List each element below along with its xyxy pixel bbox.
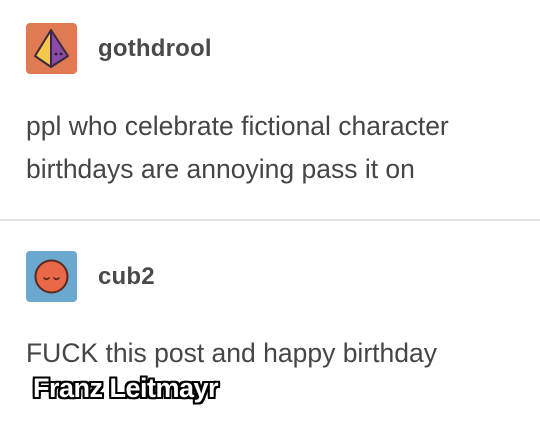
avatar[interactable] xyxy=(26,23,77,74)
post-text: FUCK this post and happy birthday xyxy=(26,338,437,368)
avatar[interactable] xyxy=(26,251,77,302)
post-gothdrool: gothdrool ppl who celebrate fictional ch… xyxy=(0,0,540,218)
sleeping-face-avatar-icon xyxy=(26,251,77,302)
post-header: gothdrool xyxy=(26,23,212,74)
post-text: ppl who celebrate fictional character bi… xyxy=(26,111,449,184)
pyramid-avatar-icon xyxy=(26,23,77,74)
username[interactable]: cub2 xyxy=(98,263,155,291)
username[interactable]: gothdrool xyxy=(98,35,212,63)
post-header: cub2 xyxy=(26,251,155,302)
overlay-caption: Franz Leitmayr xyxy=(33,373,219,403)
